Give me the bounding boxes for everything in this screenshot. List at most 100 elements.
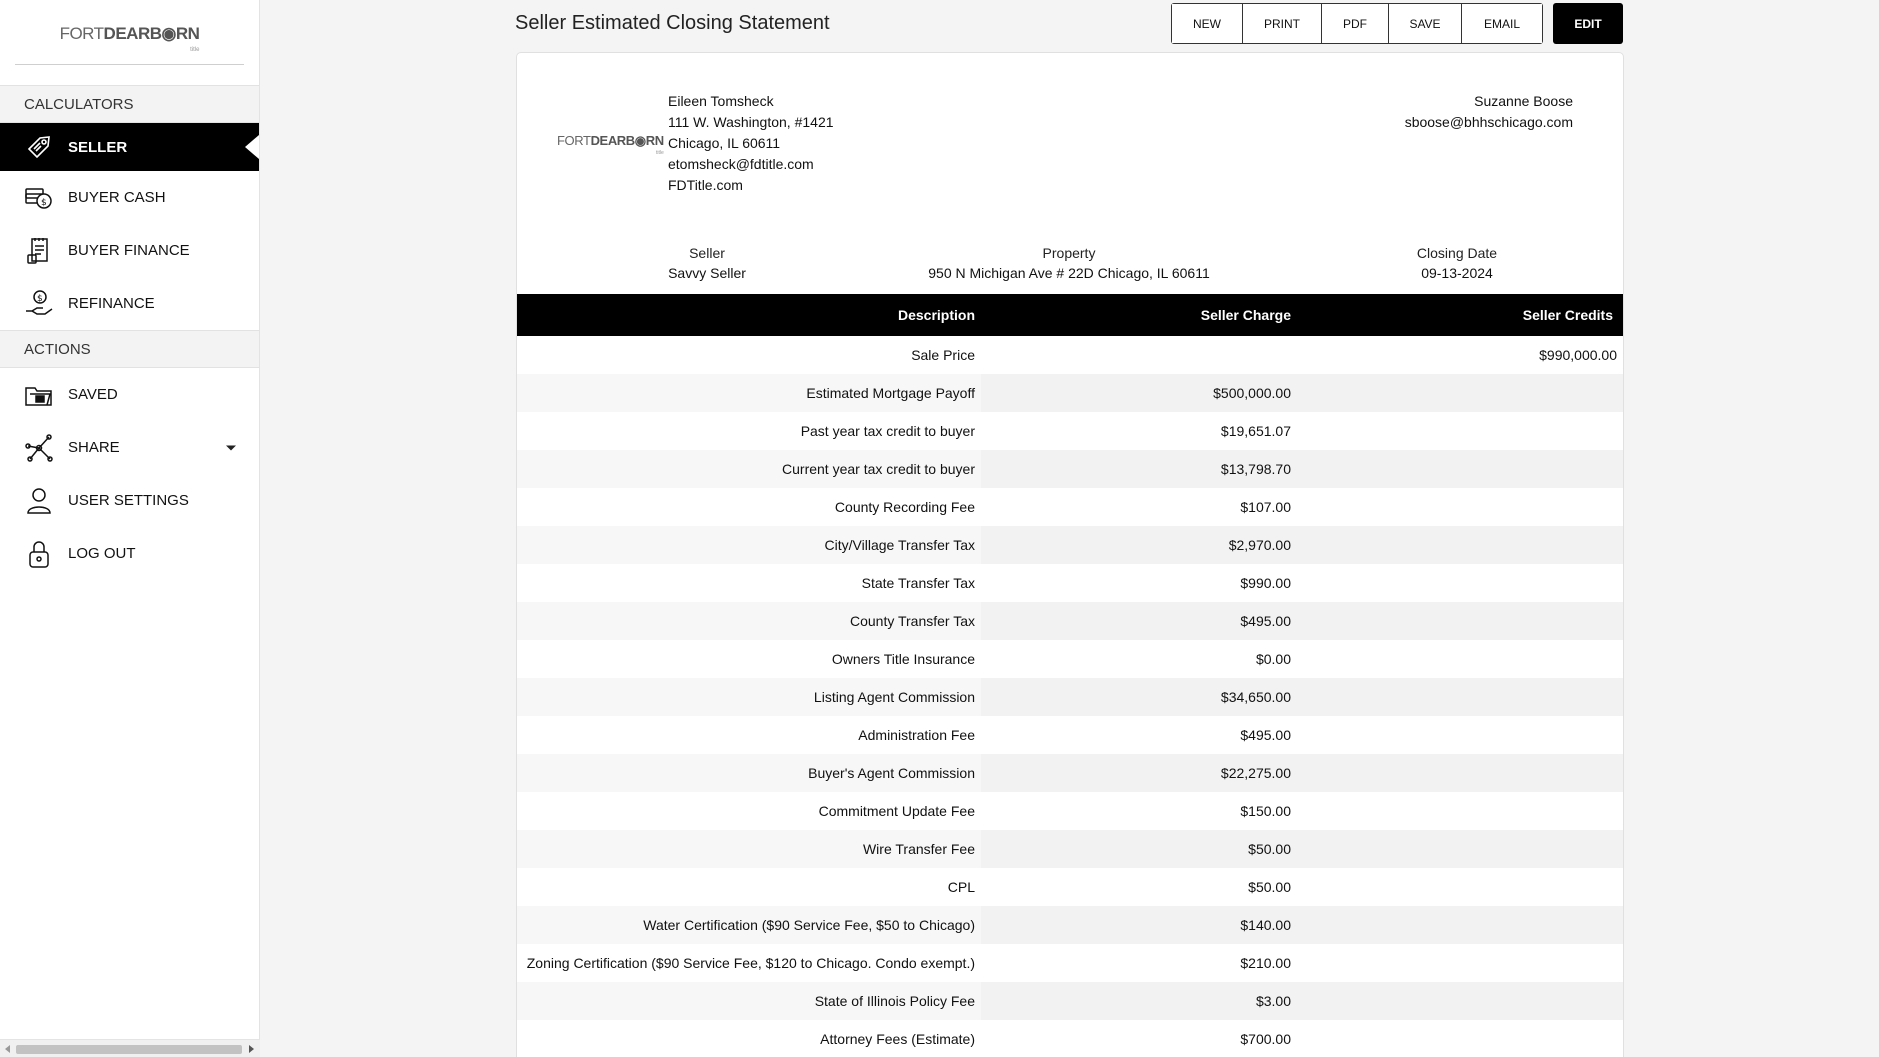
row-seller-charge: $3.00: [981, 982, 1301, 1020]
row-seller-credit: [1301, 564, 1623, 602]
row-description: Past year tax credit to buyer: [517, 412, 981, 450]
section-actions: ACTIONS: [0, 330, 259, 368]
sidebar-item-label: LOG OUT: [68, 545, 136, 562]
cash-coins-icon: $: [24, 183, 54, 213]
row-seller-charge: [981, 336, 1301, 374]
closing-date-label: Closing Date: [1416, 245, 1498, 261]
sidebar-logo-area: FORTDEARB◉RN title: [15, 0, 244, 65]
row-seller-charge: $495.00: [981, 602, 1301, 640]
sidebar-item-user-settings[interactable]: USER SETTINGS: [0, 474, 259, 527]
sidebar-item-label: SELLER: [68, 138, 128, 156]
row-description: State Transfer Tax: [517, 564, 981, 602]
logo-o-icon: ◉: [161, 24, 177, 43]
closing-date-value: 09-13-2024: [1421, 265, 1493, 281]
row-description: Wire Transfer Fee: [517, 830, 981, 868]
sidebar-item-label: BUYER CASH: [68, 189, 166, 206]
sidebar: FORTDEARB◉RN title CALCULATORS SELLER $ …: [0, 0, 260, 1057]
sidebar-item-seller[interactable]: SELLER: [0, 123, 259, 171]
horizontal-scrollbar[interactable]: [0, 1039, 260, 1057]
row-seller-charge: $34,650.00: [981, 678, 1301, 716]
table-row: Zoning Certification ($90 Service Fee, $…: [517, 944, 1623, 982]
seller-info: Seller Savvy Seller: [627, 243, 787, 283]
scrollbar-thumb[interactable]: [16, 1045, 242, 1054]
row-seller-charge: $150.00: [981, 792, 1301, 830]
row-seller-credit: [1301, 830, 1623, 868]
logo-text-dearb: DEARB: [590, 133, 636, 148]
row-seller-charge: $13,798.70: [981, 450, 1301, 488]
seller-value: Savvy Seller: [668, 265, 746, 281]
logo-subtext: title: [190, 47, 200, 53]
statement-table-body: Sale Price $990,000.00 Estimated Mortgage …: [517, 336, 1623, 1057]
row-description: Estimated Mortgage Payoff: [517, 374, 981, 412]
table-row: Administration Fee $495.00: [517, 716, 1623, 754]
row-seller-credit: [1301, 374, 1623, 412]
row-description: Administration Fee: [517, 716, 981, 754]
save-button[interactable]: SAVE: [1389, 4, 1462, 43]
sidebar-item-refinance[interactable]: $ REFINANCE: [0, 277, 259, 330]
table-row: State Transfer Tax $990.00: [517, 564, 1623, 602]
table-row: Listing Agent Commission $34,650.00: [517, 678, 1623, 716]
row-description: County Recording Fee: [517, 488, 981, 526]
scroll-left-arrow-icon[interactable]: [5, 1045, 10, 1053]
edit-button[interactable]: EDIT: [1553, 3, 1623, 44]
sidebar-item-buyer-finance[interactable]: BUYER FINANCE: [0, 224, 259, 277]
svg-text:$: $: [41, 198, 47, 208]
row-seller-charge: $19,651.07: [981, 412, 1301, 450]
row-seller-credit: [1301, 944, 1623, 982]
table-row: Past year tax credit to buyer $19,651.07: [517, 412, 1623, 450]
row-seller-charge: $2,970.00: [981, 526, 1301, 564]
table-row: City/Village Transfer Tax $2,970.00: [517, 526, 1623, 564]
price-tag-icon: [24, 132, 54, 162]
row-seller-credit: [1301, 868, 1623, 906]
row-seller-charge: $22,275.00: [981, 754, 1301, 792]
logo-text-rn: RN: [175, 24, 200, 43]
row-seller-charge: $140.00: [981, 906, 1301, 944]
email-button[interactable]: EMAIL: [1462, 4, 1542, 43]
row-seller-credit: [1301, 982, 1623, 1020]
row-description: Attorney Fees (Estimate): [517, 1020, 981, 1057]
row-seller-credit: [1301, 640, 1623, 678]
new-button[interactable]: NEW: [1172, 4, 1243, 43]
pdf-button[interactable]: PDF: [1322, 4, 1389, 43]
section-calculators: CALCULATORS: [0, 85, 259, 123]
sidebar-item-buyer-cash[interactable]: $ BUYER CASH: [0, 171, 259, 224]
table-row: Estimated Mortgage Payoff $500,000.00: [517, 374, 1623, 412]
company-address-line1: 111 W. Washington, #1421: [668, 114, 834, 130]
property-label: Property: [1042, 245, 1096, 261]
finance-document-icon: [24, 236, 54, 266]
company-logo[interactable]: FORTDEARB◉RN title: [59, 24, 200, 53]
row-seller-credit: [1301, 602, 1623, 640]
row-description: Listing Agent Commission: [517, 678, 981, 716]
table-row: State of Illinois Policy Fee $3.00: [517, 982, 1623, 1020]
row-description: City/Village Transfer Tax: [517, 526, 981, 564]
sidebar-item-label: SAVED: [68, 386, 118, 403]
scroll-right-arrow-icon[interactable]: [249, 1045, 254, 1053]
logo-text-dearb: DEARB: [103, 24, 162, 43]
table-row: Wire Transfer Fee $50.00: [517, 830, 1623, 868]
svg-text:$: $: [37, 294, 43, 304]
column-header-description: Description: [517, 294, 981, 336]
sidebar-item-saved[interactable]: SAVED: [0, 368, 259, 421]
row-seller-charge: $50.00: [981, 868, 1301, 906]
logo-subtext: title: [655, 150, 664, 156]
row-seller-credit: [1301, 526, 1623, 564]
sidebar-item-label: SHARE: [68, 439, 120, 456]
row-seller-credit: [1301, 1020, 1623, 1057]
sidebar-item-label: USER SETTINGS: [68, 492, 189, 509]
sidebar-item-share[interactable]: SHARE: [0, 421, 259, 474]
print-button[interactable]: PRINT: [1243, 4, 1322, 43]
row-seller-credit: [1301, 488, 1623, 526]
logo-text-fort: FORT: [59, 24, 104, 43]
row-seller-credit: [1301, 678, 1623, 716]
row-seller-charge: $500,000.00: [981, 374, 1301, 412]
row-seller-credit: [1301, 412, 1623, 450]
table-row: Owners Title Insurance $0.00: [517, 640, 1623, 678]
row-seller-credit: [1301, 450, 1623, 488]
sidebar-item-log-out[interactable]: LOG OUT: [0, 527, 259, 580]
row-seller-charge: $210.00: [981, 944, 1301, 982]
chevron-down-icon[interactable]: [226, 445, 236, 450]
statement-table: Description Seller Charge Seller Credits…: [517, 294, 1623, 1057]
column-header-seller-credits: Seller Credits: [1301, 294, 1623, 336]
table-row: Water Certification ($90 Service Fee, $5…: [517, 906, 1623, 944]
lock-icon: [24, 539, 54, 569]
